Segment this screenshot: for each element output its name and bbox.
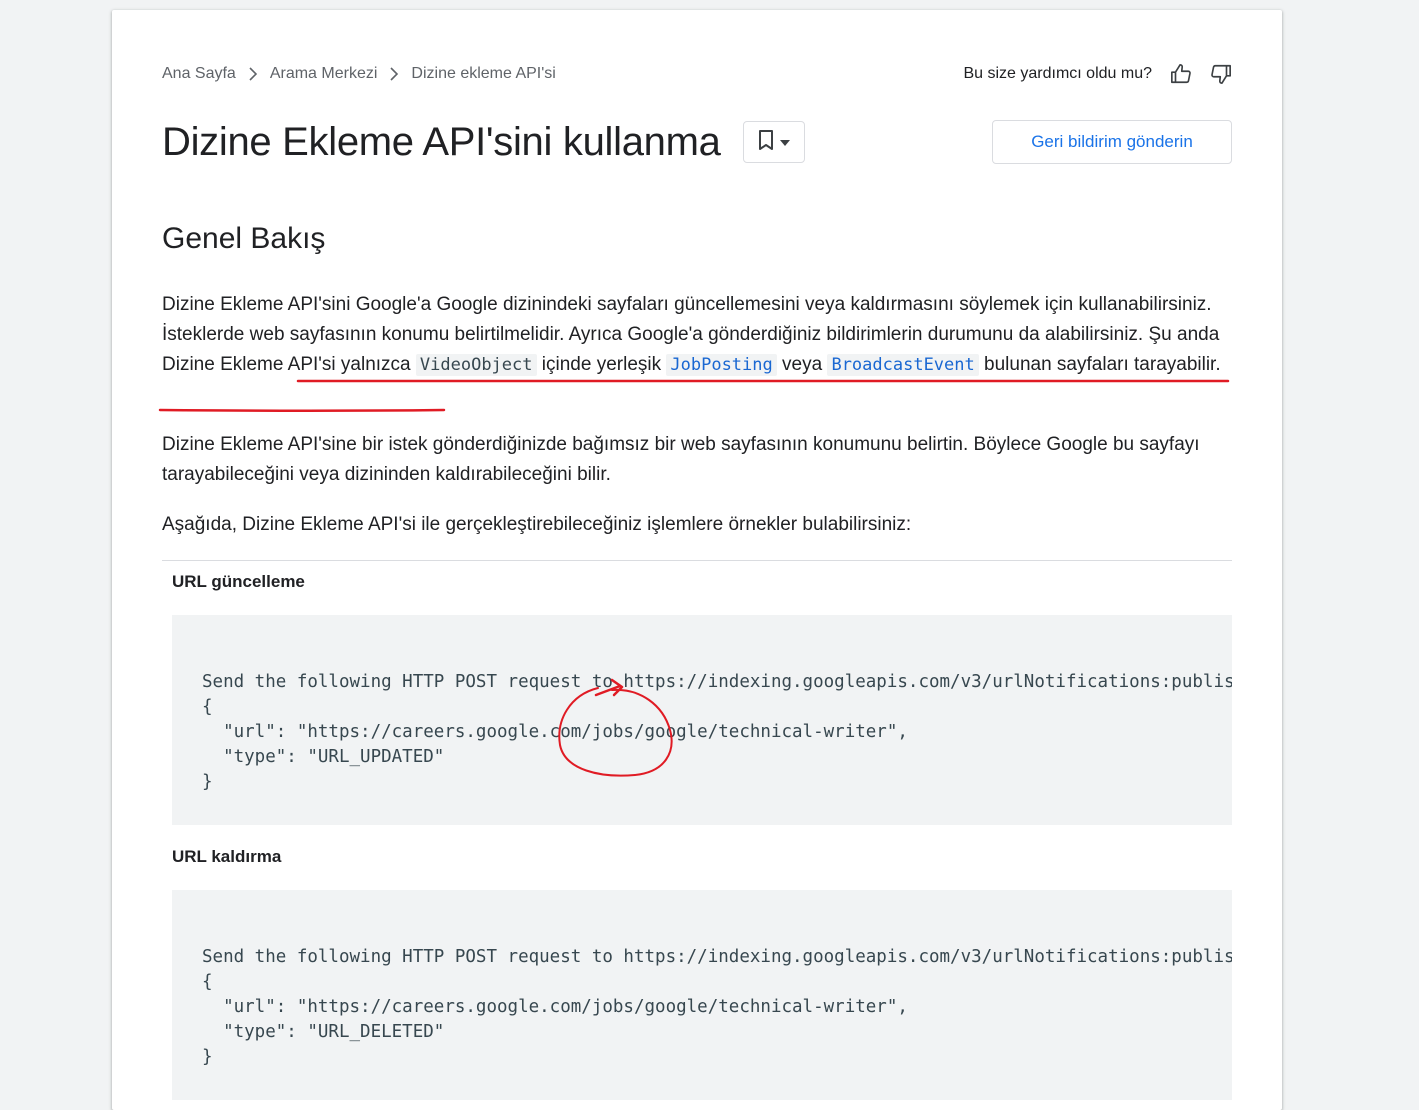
code-text-delete: Send the following HTTP POST request to … [202, 947, 1232, 1067]
chevron-right-icon [389, 67, 399, 81]
overview-p1-text-4: veya [776, 354, 828, 375]
helpful-question: Bu size yardımcı oldu mu? [963, 65, 1152, 82]
thumb-up-icon[interactable] [1170, 63, 1192, 85]
bookmark-button[interactable] [742, 121, 805, 163]
page-title: Dizine Ekleme API'sini kullanma [162, 119, 721, 164]
code-block-update[interactable]: Send the following HTTP POST request to … [172, 615, 1232, 825]
overview-paragraph-2: Dizine Ekleme API'sine bir istek gönderd… [162, 434, 1200, 485]
overview-p1-text-3: içinde yerleşik [536, 354, 667, 375]
example-label-delete: URL kaldırma [172, 847, 282, 866]
code-videoobject: VideoObject [415, 354, 537, 376]
overview-paragraph-3: Aşağıda, Dizine Ekleme API'si ile gerçek… [162, 514, 912, 535]
divider [162, 560, 1232, 561]
code-block-delete[interactable]: Send the following HTTP POST request to … [172, 890, 1232, 1100]
breadcrumb-indexing-api[interactable]: Dizine ekleme API'si [411, 65, 555, 83]
section-heading-overview: Genel Bakış [162, 222, 326, 255]
breadcrumb-home[interactable]: Ana Sayfa [162, 65, 236, 83]
title-row: Dizine Ekleme API'sini kullanma Geri bil… [162, 112, 1232, 172]
breadcrumb-search-central[interactable]: Arama Merkezi [270, 65, 378, 83]
send-feedback-button[interactable]: Geri bildirim gönderin [992, 120, 1232, 164]
thumb-down-icon[interactable] [1210, 63, 1232, 85]
top-bar: Ana Sayfa Arama Merkezi Dizine ekleme AP… [162, 62, 1232, 86]
helpful-widget: Bu size yardımcı oldu mu? [963, 63, 1232, 85]
example-label-update: URL güncelleme [172, 572, 305, 591]
title-group: Dizine Ekleme API'sini kullanma [162, 120, 805, 165]
chevron-right-icon [248, 67, 258, 81]
page-card: Ana Sayfa Arama Merkezi Dizine ekleme AP… [112, 10, 1282, 1110]
link-broadcastevent[interactable]: BroadcastEvent [827, 354, 979, 376]
bookmark-icon [758, 129, 774, 155]
overview-paragraph-1: Dizine Ekleme API'sini Google'a Google d… [162, 290, 1232, 380]
breadcrumb: Ana Sayfa Arama Merkezi Dizine ekleme AP… [162, 65, 556, 83]
overview-p1-text-5: bulunan sayfaları tarayabilir. [978, 354, 1221, 375]
link-jobposting[interactable]: JobPosting [666, 354, 777, 376]
code-text-update: Send the following HTTP POST request to … [202, 672, 1232, 792]
overview-p1-text-1: Dizine Ekleme API'sini Google'a Google d… [162, 294, 1212, 345]
arrow-drop-down-icon [779, 133, 790, 151]
